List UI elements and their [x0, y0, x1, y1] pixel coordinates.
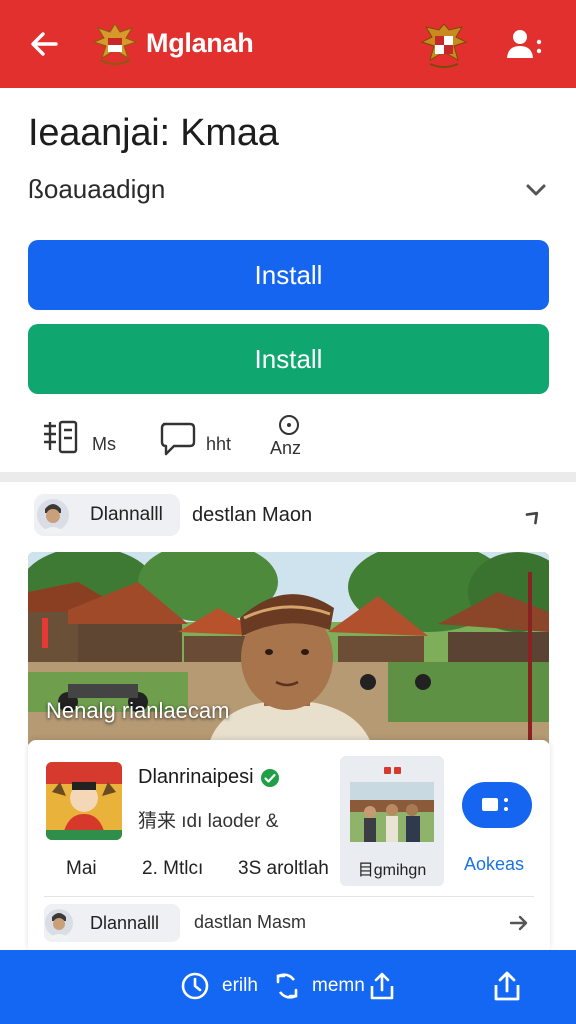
- bottom-nav-refresh[interactable]: memn: [272, 968, 365, 1004]
- bottom-nav-label: erilh: [222, 975, 258, 996]
- profile-name-row: Dlanrinaipesi: [138, 766, 280, 789]
- stat-item[interactable]: Ms: [40, 414, 116, 462]
- post-author[interactable]: destlan Maon: [192, 504, 312, 527]
- card-action-link[interactable]: Aokeas: [464, 854, 524, 875]
- media-thumbnail: [350, 782, 434, 842]
- stats-row: Ms hht Anz: [40, 414, 540, 462]
- chip-label: Dlannalll: [90, 504, 163, 525]
- list-icon: [44, 420, 78, 454]
- section-divider: [0, 472, 576, 482]
- card-stat: 2. Mtlcı: [142, 858, 204, 879]
- author-chip[interactable]: Dlannalll: [44, 904, 180, 942]
- chevron-down-icon[interactable]: [522, 176, 550, 204]
- profile-thumbnail[interactable]: [46, 762, 122, 840]
- user-settings-icon[interactable]: [504, 26, 544, 62]
- bottom-nav-history[interactable]: erilh: [180, 968, 258, 1004]
- card-stat: Mai: [66, 858, 97, 879]
- refresh-icon: [276, 973, 298, 999]
- share-icon: [370, 972, 394, 1000]
- avatar: [45, 909, 73, 939]
- avatar: [37, 499, 69, 533]
- chevron-right-icon[interactable]: [522, 504, 546, 528]
- post-photo[interactable]: Nenalg rianlaecam: [28, 552, 549, 748]
- video-chat-icon: [482, 798, 508, 811]
- stat-label: hht: [206, 433, 232, 454]
- media-indicator-icon: [384, 767, 401, 774]
- bottom-nav-bar: erilh memn: [0, 950, 576, 1024]
- profile-name[interactable]: Dlanrinaipesi: [138, 766, 254, 789]
- emblem-icon[interactable]: [420, 20, 468, 70]
- bottom-nav-label: memn: [312, 975, 365, 996]
- stat-label: Ms: [92, 433, 116, 454]
- install-button-primary[interactable]: Install: [28, 240, 549, 310]
- card-divider: [44, 896, 534, 897]
- chat-bubble-icon: [160, 422, 196, 456]
- page-subtitle: ßoauaadign: [28, 174, 166, 204]
- bottom-nav-share[interactable]: [368, 968, 396, 1004]
- author-chip[interactable]: Dlannalll: [34, 494, 180, 536]
- message-fab-button[interactable]: [462, 782, 532, 828]
- stat-content: Anz: [268, 414, 308, 462]
- app-screen: Mglanah Ieaanjai: Kmaa ßoauaadign Instal…: [0, 0, 576, 1024]
- media-tile[interactable]: 目gmihgn: [340, 756, 444, 886]
- page-title: Ieaanjai: Kmaa: [28, 112, 279, 154]
- top-app-bar: Mglanah: [0, 0, 576, 88]
- chip-label: Dlannalll: [90, 912, 160, 933]
- arrow-right-icon[interactable]: [508, 912, 530, 934]
- app-title: Mglanah: [146, 28, 254, 58]
- install-button-secondary[interactable]: Install: [28, 324, 549, 394]
- clock-icon: [181, 972, 209, 1000]
- info-icon: [279, 415, 299, 435]
- verified-badge-icon: [260, 768, 279, 787]
- photo-caption: Nenalg rianlaecam: [46, 698, 230, 723]
- garuda-logo-icon: [92, 23, 138, 65]
- profile-card: Dlanrinaipesi 猜来 ıdı laoder & Mai 2. Mtl…: [28, 740, 550, 954]
- profile-image: [46, 762, 122, 840]
- stat-item[interactable]: hht: [158, 414, 231, 462]
- stat-item[interactable]: Anz: [268, 414, 308, 462]
- upload-icon: [494, 971, 520, 1001]
- card-author[interactable]: dastlan Masm: [194, 912, 306, 933]
- card-stat: 3S aroltlah: [238, 858, 329, 879]
- media-label: 目gmihgn: [357, 862, 427, 879]
- stat-label: Anz: [270, 438, 302, 458]
- bottom-nav-upload[interactable]: [492, 968, 522, 1004]
- post-header: Dlannalll destlan Maon: [34, 494, 554, 538]
- profile-meta: 猜来 ıdı laoder &: [138, 811, 279, 832]
- back-arrow-icon[interactable]: [26, 26, 62, 62]
